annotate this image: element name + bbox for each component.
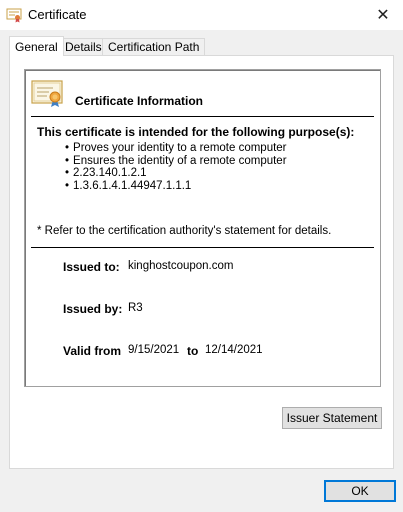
general-tab-panel: Certificate Information This certificate… [9,55,394,469]
issued-by-label: Issued by: [63,302,123,316]
title-bar: Certificate ✕ [0,0,403,30]
issued-to-label: Issued to: [63,260,120,274]
list-item: 2.23.140.1.2.1 [65,167,287,180]
valid-to-label: to [187,344,199,358]
certificate-icon [6,7,22,23]
tab-certification-path[interactable]: Certification Path [102,38,206,55]
valid-from-label: Valid from [63,344,122,358]
issued-by-value: R3 [128,302,143,314]
divider [31,247,374,248]
purpose-list: Proves your identity to a remote compute… [65,142,287,192]
tab-details[interactable]: Details [59,38,108,55]
certificate-information-heading: Certificate Information [75,94,204,108]
ca-statement-note: * Refer to the certification authority's… [37,225,332,237]
list-item: 1.3.6.1.4.1.44947.1.1.1 [65,180,287,193]
issued-to-value: kinghostcoupon.com [128,260,234,272]
valid-to-value: 12/14/2021 [205,344,263,356]
ok-button[interactable]: OK [324,480,396,502]
certificate-ribbon-icon [31,80,65,108]
purpose-heading: This certificate is intended for the fol… [37,125,355,139]
issuer-statement-button[interactable]: Issuer Statement [282,407,382,429]
certificate-info-box: Certificate Information This certificate… [24,69,381,387]
close-icon: ✕ [376,7,390,24]
close-button[interactable]: ✕ [363,0,403,30]
list-item: Proves your identity to a remote compute… [65,142,287,155]
valid-from-value: 9/15/2021 [128,344,180,356]
window-title: Certificate [28,7,87,22]
list-item: Ensures the identity of a remote compute… [65,155,287,168]
tab-general[interactable]: General [9,36,64,56]
divider [31,116,374,117]
